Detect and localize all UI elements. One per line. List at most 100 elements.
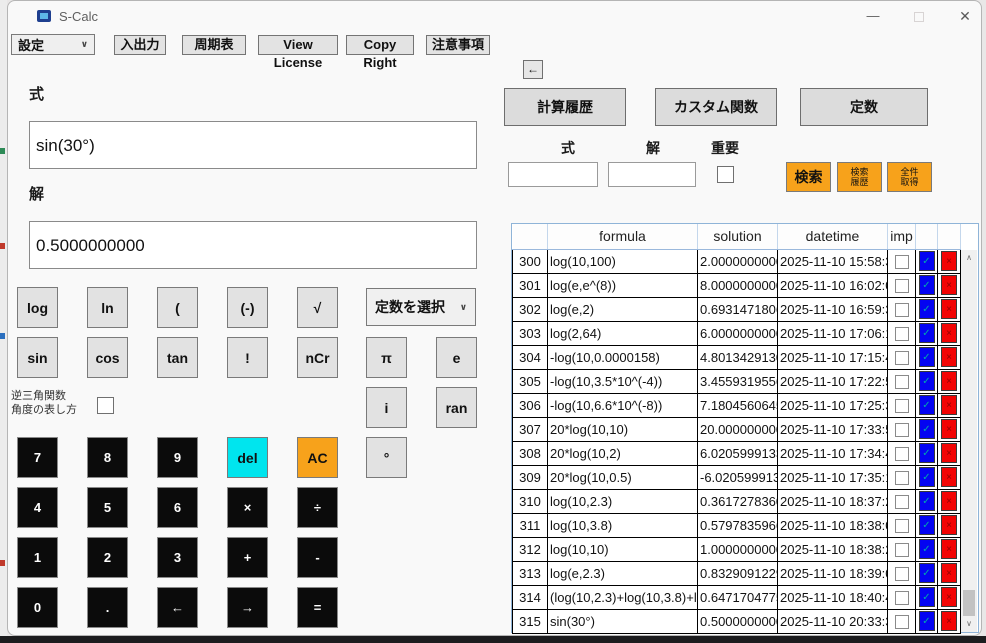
close-button[interactable]: ✕ [942, 1, 981, 31]
header-formula[interactable]: formula [547, 224, 698, 250]
confirm-button[interactable]: ✓ [918, 563, 935, 583]
back-button[interactable]: ← [523, 60, 543, 79]
view-license-button[interactable]: View License [258, 35, 338, 70]
header-rownum[interactable] [512, 224, 548, 250]
key-π[interactable]: π [366, 337, 407, 378]
key-AC[interactable]: AC [297, 437, 338, 478]
key-i[interactable]: i [366, 387, 407, 428]
fetch-all-button[interactable]: 全件 取得 [887, 162, 932, 192]
search-formula-input[interactable] [508, 162, 598, 187]
delete-button[interactable]: × [941, 419, 957, 439]
important-checkbox[interactable] [894, 278, 909, 293]
confirm-button[interactable]: ✓ [918, 539, 935, 559]
constant-select-dropdown[interactable]: 定数を選択 ∨ [366, 288, 476, 326]
table-row[interactable]: 30920*log(10,0.5)-6.02059991332025-11-10… [512, 464, 961, 490]
important-checkbox[interactable] [894, 518, 909, 533]
table-row[interactable]: 305 -log(10,3.5*10^(-4)) 3.4559319556 2025-… [512, 368, 961, 394]
key-0[interactable]: 0 [17, 587, 58, 628]
important-checkbox[interactable] [894, 590, 909, 605]
delete-button[interactable]: × [941, 491, 957, 511]
confirm-button[interactable]: ✓ [918, 323, 935, 343]
key-→[interactable]: → [227, 587, 268, 628]
key-5[interactable]: 5 [87, 487, 128, 528]
header-imp[interactable]: imp [887, 224, 916, 250]
delete-button[interactable]: × [941, 371, 957, 391]
delete-button[interactable]: × [941, 515, 957, 535]
solution-input[interactable]: 0.5000000000 [29, 221, 477, 269]
table-row[interactable]: 313 log(e,2.3) 0.8329091229 2025-11-10 18:3… [512, 560, 961, 586]
key-÷[interactable]: ÷ [297, 487, 338, 528]
table-row[interactable]: 303 log(2,64) 6.0000000000 2025-11-10 17:06… [512, 320, 961, 346]
table-row[interactable]: 312 log(10,10) 1.0000000000 2025-11-10 18:3… [512, 536, 961, 562]
header-datetime[interactable]: datetime [777, 224, 888, 250]
calc-history-button[interactable]: 計算履歴 [504, 88, 626, 126]
important-checkbox[interactable] [894, 326, 909, 341]
search-solution-input[interactable] [608, 162, 696, 187]
delete-button[interactable]: × [941, 467, 957, 487]
table-row[interactable]: 30720*log(10,10)20.00000000002025-11-10 … [512, 416, 961, 442]
search-button[interactable]: 検索 [786, 162, 831, 192]
important-checkbox[interactable] [894, 422, 909, 437]
search-history-button[interactable]: 検索 履歴 [837, 162, 882, 192]
key-1[interactable]: 1 [17, 537, 58, 578]
key-×[interactable]: × [227, 487, 268, 528]
delete-button[interactable]: × [941, 587, 957, 607]
important-checkbox[interactable] [894, 494, 909, 509]
minimize-button[interactable]: — [850, 1, 896, 31]
table-row[interactable]: 308 20*log(10,2) 6.0205999133 2025-11-10 17… [512, 440, 961, 466]
key-e[interactable]: e [436, 337, 477, 378]
key-3[interactable]: 3 [157, 537, 198, 578]
confirm-button[interactable]: ✓ [918, 347, 935, 367]
confirm-button[interactable]: ✓ [918, 467, 935, 487]
delete-button[interactable]: × [941, 275, 957, 295]
table-row[interactable]: 311 log(10,3.8) 0.5797835966 2025-11-10 18:… [512, 512, 961, 538]
confirm-button[interactable]: ✓ [918, 371, 935, 391]
key-([interactable]: ( [157, 287, 198, 328]
table-row[interactable]: 301 log(e,e^(8)) 8.0000000000 2025-11-10 16… [512, 272, 961, 298]
table-row[interactable]: 315 sin(30°) 0.5000000000 2025-11-10 20:33:… [512, 608, 961, 634]
search-important-checkbox[interactable] [717, 166, 734, 183]
key-.[interactable]: . [87, 587, 128, 628]
delete-button[interactable]: × [941, 611, 957, 631]
key-(-)[interactable]: (-) [227, 287, 268, 328]
confirm-button[interactable]: ✓ [918, 275, 935, 295]
key-del[interactable]: del [227, 437, 268, 478]
key-nCr[interactable]: nCr [297, 337, 338, 378]
custom-function-button[interactable]: カスタム関数 [655, 88, 777, 126]
key-![interactable]: ! [227, 337, 268, 378]
constants-button[interactable]: 定数 [800, 88, 928, 126]
important-checkbox[interactable] [894, 614, 909, 629]
periodic-table-button[interactable]: 周期表 [182, 35, 246, 55]
key-=[interactable]: = [297, 587, 338, 628]
table-row[interactable]: 310 log(10,2.3) 0.3617278360 2025-11-10 18:… [512, 488, 961, 514]
key-log[interactable]: log [17, 287, 58, 328]
table-scrollbar[interactable]: ∧ ∨ [961, 250, 977, 632]
important-checkbox[interactable] [894, 566, 909, 581]
key-√[interactable]: √ [297, 287, 338, 328]
key-sin[interactable]: sin [17, 337, 58, 378]
maximize-button[interactable] [896, 1, 942, 31]
confirm-button[interactable]: ✓ [918, 443, 935, 463]
key-ln[interactable]: ln [87, 287, 128, 328]
key-2[interactable]: 2 [87, 537, 128, 578]
important-checkbox[interactable] [894, 350, 909, 365]
key--[interactable]: - [297, 537, 338, 578]
key-9[interactable]: 9 [157, 437, 198, 478]
confirm-button[interactable]: ✓ [918, 299, 935, 319]
table-row[interactable]: 314 (log(10,2.3)+log(10,3.8)+log 0.6471704… [512, 584, 961, 610]
key-tan[interactable]: tan [157, 337, 198, 378]
important-checkbox[interactable] [894, 542, 909, 557]
key-6[interactable]: 6 [157, 487, 198, 528]
formula-input[interactable]: sin(30°) [29, 121, 477, 169]
key-8[interactable]: 8 [87, 437, 128, 478]
confirm-button[interactable]: ✓ [918, 251, 935, 271]
key-cos[interactable]: cos [87, 337, 128, 378]
key-7[interactable]: 7 [17, 437, 58, 478]
confirm-button[interactable]: ✓ [918, 515, 935, 535]
confirm-button[interactable]: ✓ [918, 611, 935, 631]
table-row[interactable]: 304 -log(10,0.0000158) 4.8013429130 2025-11… [512, 344, 961, 370]
important-checkbox[interactable] [894, 254, 909, 269]
delete-button[interactable]: × [941, 563, 957, 583]
confirm-button[interactable]: ✓ [918, 491, 935, 511]
delete-button[interactable]: × [941, 299, 957, 319]
